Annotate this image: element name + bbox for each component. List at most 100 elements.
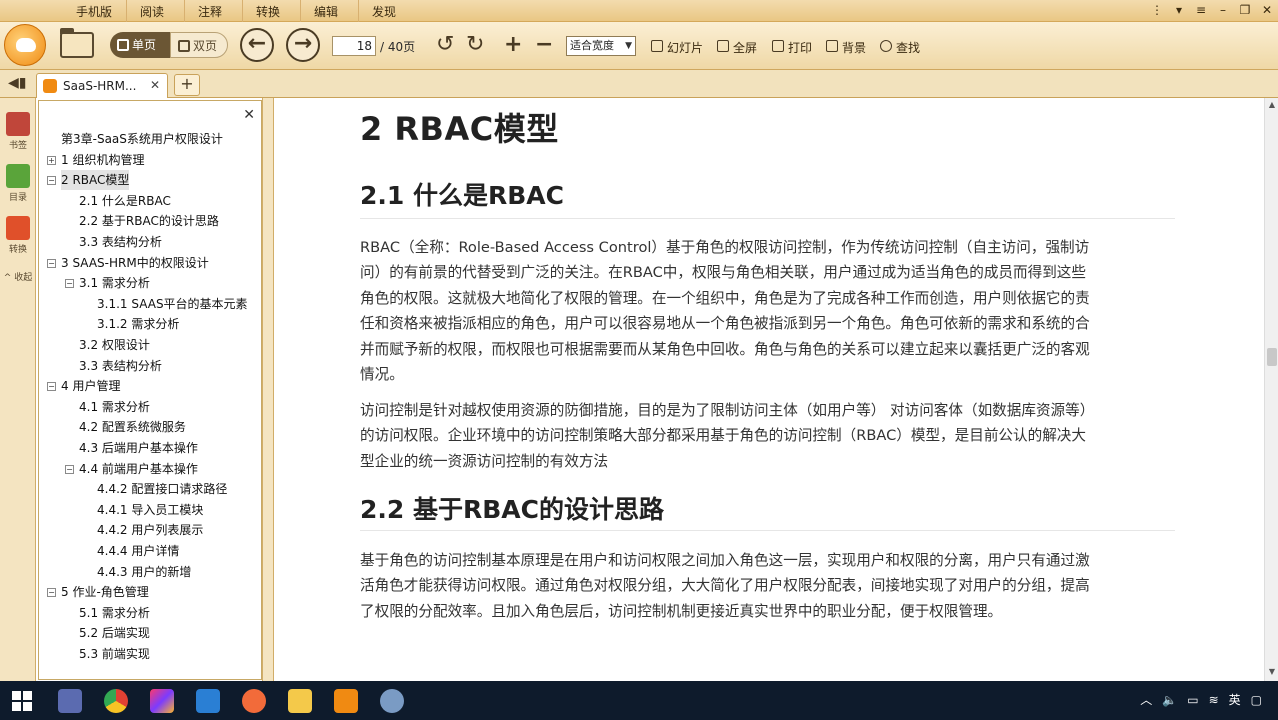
intellij-icon[interactable]	[150, 689, 174, 713]
rail-bookmark[interactable]: 书签	[0, 112, 36, 151]
cat-app-icon[interactable]	[58, 689, 82, 713]
fullscreen-button[interactable]: 全屏	[717, 39, 757, 56]
battery-icon[interactable]: ▭	[1187, 693, 1198, 707]
toc-item[interactable]: 5.3 前端实现	[79, 644, 150, 664]
toc-item[interactable]: 3 SAAS-HRM中的权限设计	[61, 253, 209, 273]
double-page-button[interactable]: 双页	[170, 32, 228, 58]
rail-collapse[interactable]: ^ 收起	[0, 270, 36, 283]
close-tab-icon[interactable]: ✕	[150, 78, 160, 92]
toc-item[interactable]: 3.3 表结构分析	[79, 232, 162, 252]
vscode-icon[interactable]	[196, 689, 220, 713]
toc-item[interactable]: 4.4 前端用户基本操作	[79, 459, 198, 479]
toc-item[interactable]: 4.4.2 用户列表展示	[97, 520, 203, 540]
minimize-icon[interactable]: –	[1216, 2, 1230, 20]
chrome-icon[interactable]	[104, 689, 128, 713]
page-number-input[interactable]	[332, 36, 376, 56]
slideshow-button[interactable]: 幻灯片	[651, 39, 703, 56]
heading-divider	[360, 530, 1175, 531]
heading-2-2: 2.2 基于RBAC的设计思路	[360, 495, 664, 524]
toc-item[interactable]: 1 组织机构管理	[61, 150, 144, 170]
maximize-icon[interactable]: ❐	[1238, 2, 1252, 20]
tab-document[interactable]: SaaS-HRM... ✕	[36, 73, 168, 98]
expand-icon[interactable]: +	[47, 155, 56, 165]
open-folder-icon[interactable]	[60, 28, 94, 58]
volume-icon[interactable]: 🔈	[1162, 693, 1177, 707]
ime-indicator[interactable]: 英	[1229, 691, 1241, 708]
collapse-icon[interactable]: −	[47, 382, 56, 392]
panel-splitter[interactable]	[262, 98, 274, 681]
network-icon[interactable]: ≋	[1209, 693, 1219, 707]
zoom-out-icon[interactable]: −	[535, 33, 553, 57]
toc-item[interactable]: 4.4.2 配置接口请求路径	[97, 479, 227, 499]
bookmark-icon	[6, 112, 30, 136]
toc-item[interactable]: 5.2 后端实现	[79, 623, 150, 643]
menu-icon[interactable]: ≡	[1194, 2, 1208, 20]
collapse-icon[interactable]: −	[65, 279, 74, 289]
collapse-icon[interactable]: −	[47, 258, 56, 268]
menu-annotate[interactable]: 注释	[198, 3, 222, 20]
toc-item[interactable]: 5.1 需求分析	[79, 603, 150, 623]
postman-icon[interactable]	[242, 689, 266, 713]
toc-item-label: 5 作业-角色管理	[61, 585, 149, 600]
windows-start-icon[interactable]	[12, 691, 32, 711]
search-button[interactable]: 查找	[880, 39, 920, 56]
paragraph-line: 活角色才能获得访问权限。通过角色对权限分组，大大简化了用户权限分配表，间接地实现…	[360, 577, 1090, 595]
pdf-reader-icon[interactable]	[334, 689, 358, 713]
toc-item[interactable]: 4.3 后端用户基本操作	[79, 438, 198, 458]
zoom-select[interactable]: 适合宽度 ▼	[566, 36, 636, 56]
scroll-thumb[interactable]	[1267, 348, 1277, 366]
menu-discover[interactable]: 发现	[372, 3, 396, 20]
zoom-in-icon[interactable]: +	[504, 33, 522, 57]
toc-item[interactable]: 4.2 配置系统微服务	[79, 417, 186, 437]
toc-close-icon[interactable]: ✕	[243, 107, 255, 123]
rotate-left-icon[interactable]: ↺	[436, 33, 454, 57]
toc-item[interactable]: 4.4.1 导入员工模块	[97, 500, 203, 520]
sidebar-toggle-icon[interactable]: ◀▮	[8, 75, 26, 91]
toc-item[interactable]: 2 RBAC模型	[61, 170, 130, 191]
background-button[interactable]: 背景	[826, 39, 866, 56]
scroll-down-icon[interactable]: ▼	[1266, 667, 1278, 679]
collapse-icon[interactable]: −	[65, 464, 74, 474]
prev-page-button[interactable]: ←	[240, 28, 274, 62]
rail-toc[interactable]: 目录	[0, 164, 36, 203]
tray-chevron-icon[interactable]: ︿	[1140, 691, 1152, 708]
collapse-icon[interactable]: −	[47, 176, 56, 186]
collapse-icon[interactable]: −	[47, 588, 56, 598]
app-icon[interactable]	[380, 689, 404, 713]
toc-item[interactable]: 3.3 表结构分析	[79, 356, 162, 376]
toc-item[interactable]: 5 作业-角色管理	[61, 582, 149, 602]
toc-item[interactable]: 3.1 需求分析	[79, 273, 150, 293]
toc-item[interactable]: 2.1 什么是RBAC	[79, 191, 171, 211]
new-tab-button[interactable]: +	[174, 74, 200, 96]
app-logo[interactable]	[4, 24, 46, 66]
document-view[interactable]: 2 RBAC模型 2.1 什么是RBAC RBAC（全称：Role-Based …	[274, 98, 1264, 681]
menu-convert[interactable]: 转换	[256, 3, 280, 20]
paragraph-line: 任和资格来被指派相应的角色，用户可以很容易地从一个角色被指派到另一个角色。角色可…	[360, 315, 1090, 333]
rotate-right-icon[interactable]: ↻	[466, 33, 484, 57]
notification-icon[interactable]: ▢	[1251, 693, 1262, 707]
toc-item[interactable]: 4.4.3 用户的新增	[97, 562, 191, 582]
file-explorer-icon[interactable]	[288, 689, 312, 713]
toc-item[interactable]: 3.2 权限设计	[79, 335, 150, 355]
single-page-button[interactable]: 单页	[110, 32, 170, 58]
menu-read[interactable]: 阅读	[140, 3, 164, 20]
toc-item[interactable]: 第3章-SaaS系统用户权限设计	[61, 129, 223, 149]
next-page-button[interactable]: →	[286, 28, 320, 62]
close-icon[interactable]: ✕	[1260, 2, 1274, 20]
scroll-up-icon[interactable]: ▲	[1266, 100, 1278, 112]
vertical-scrollbar[interactable]: ▲ ▼	[1264, 98, 1278, 681]
toc-item[interactable]: 4 用户管理	[61, 376, 120, 396]
toc-item[interactable]: 2.2 基于RBAC的设计思路	[79, 211, 219, 231]
print-button[interactable]: 打印	[772, 39, 812, 56]
toc-item[interactable]: 3.1.2 需求分析	[97, 314, 179, 334]
skin-icon[interactable]: ▾	[1172, 2, 1186, 20]
rail-convert[interactable]: 转换	[0, 216, 36, 255]
more-icon[interactable]: ⋮	[1150, 2, 1164, 20]
toc-item[interactable]: 4.1 需求分析	[79, 397, 150, 417]
menu-mobile[interactable]: 手机版	[76, 3, 112, 20]
menu-edit[interactable]: 编辑	[314, 3, 338, 20]
toc-item[interactable]: 4.4.4 用户详情	[97, 541, 179, 561]
toc-item[interactable]: 3.1.1 SAAS平台的基本元素	[97, 294, 248, 314]
toc-item-label: 3.1 需求分析	[79, 276, 150, 291]
toc-item-label: 4.4.2 用户列表展示	[97, 523, 204, 538]
